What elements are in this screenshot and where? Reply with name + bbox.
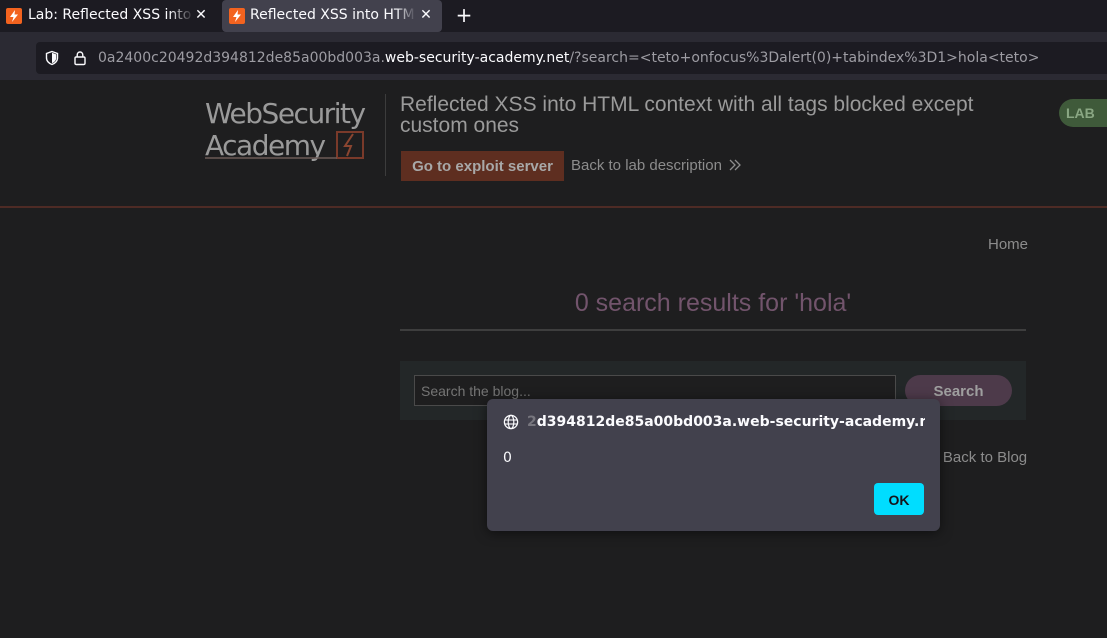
new-tab-icon[interactable]: + (454, 5, 474, 25)
close-icon[interactable]: ✕ (194, 7, 208, 23)
url-path: /?search=<teto+onfocus%3Dalert(0)+tabind… (569, 50, 1040, 66)
dialog-message: 0 (503, 450, 512, 466)
logo-line1: WebSecurity (205, 97, 365, 130)
header-divider (385, 94, 386, 176)
url-prefix: 0a2400c20492d394812de85a00bd003a. (98, 50, 385, 66)
dialog-origin-host: d394812de85a00bd003a.web-security-academ… (536, 414, 925, 430)
search-results-heading: 0 search results for 'hola' (574, 289, 852, 317)
web-security-academy-logo[interactable]: WebSecurity Academy (204, 94, 384, 164)
logo-line2: Academy (205, 129, 325, 162)
tab-label: Lab: Reflected XSS into HTML context wit… (28, 7, 194, 23)
double-chevron-right-icon (729, 159, 741, 171)
dialog-origin: 2d394812de85a00bd003a.web-security-acade… (527, 413, 925, 431)
shield-icon[interactable] (44, 50, 60, 66)
back-to-blog-link[interactable]: < Back to Blog (930, 449, 1027, 467)
tab-current[interactable]: Reflected XSS into HTML context with all… (222, 0, 442, 32)
tab-lab-description[interactable]: Lab: Reflected XSS into HTML context wit… (0, 0, 217, 32)
ok-button[interactable]: OK (874, 483, 924, 515)
tab-label: Reflected XSS into HTML context with all… (250, 7, 416, 23)
alert-dialog: 2d394812de85a00bd003a.web-security-acade… (487, 399, 940, 531)
url-text[interactable]: 0a2400c20492d394812de85a00bd003a.web-sec… (98, 49, 1039, 67)
page-content: WebSecurity Academy Reflected XSS into H… (0, 80, 1107, 638)
dialog-origin-faded: 2 (527, 414, 537, 430)
home-link[interactable]: Home (988, 236, 1028, 254)
url-domain: web-security-academy.net (384, 50, 570, 66)
lock-icon[interactable] (72, 50, 88, 66)
tab-bar: Lab: Reflected XSS into HTML context wit… (0, 0, 1107, 32)
lab-title: Reflected XSS into HTML context with all… (400, 93, 974, 137)
academy-favicon-icon (6, 8, 22, 24)
results-divider (400, 329, 1026, 331)
go-to-exploit-server-button[interactable]: Go to exploit server (401, 151, 564, 181)
url-bar[interactable]: 0a2400c20492d394812de85a00bd003a.web-sec… (36, 42, 1107, 74)
nav-bar: 0a2400c20492d394812de85a00bd003a.web-sec… (0, 32, 1107, 80)
back-to-lab-description-link[interactable]: Back to lab description (571, 157, 742, 175)
lab-header: WebSecurity Academy Reflected XSS into H… (0, 80, 1107, 208)
academy-favicon-icon (229, 8, 245, 24)
close-icon[interactable]: ✕ (419, 7, 433, 23)
globe-icon (503, 414, 519, 430)
back-to-lab-description-label: Back to lab description (571, 157, 722, 174)
lab-status-badge: LAB (1059, 99, 1107, 127)
